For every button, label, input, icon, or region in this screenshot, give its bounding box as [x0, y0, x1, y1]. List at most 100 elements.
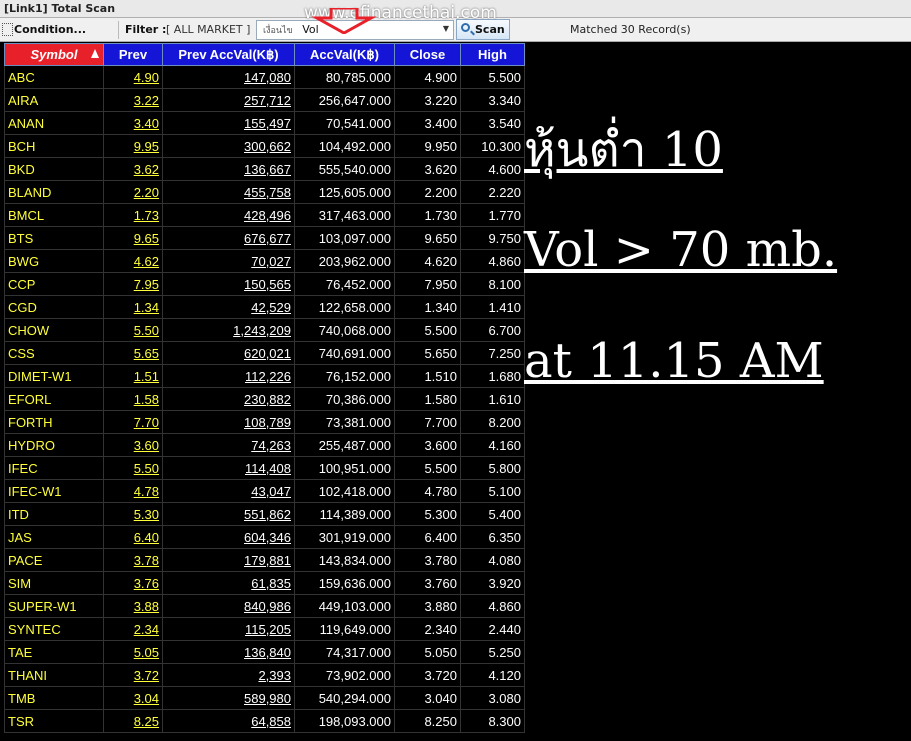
cell-prev-accval[interactable]: 115,205 — [162, 617, 295, 641]
cell-prev-accval[interactable]: 64,858 — [162, 709, 295, 733]
cell-symbol[interactable]: ANAN — [4, 111, 104, 135]
cell-prev[interactable]: 5.50 — [103, 456, 163, 480]
cell-prev[interactable]: 3.88 — [103, 594, 163, 618]
column-header-prev[interactable]: Prev — [103, 43, 163, 66]
cell-symbol[interactable]: EFORL — [4, 387, 104, 411]
cell-prev-accval[interactable]: 147,080 — [162, 65, 295, 89]
table-row[interactable]: ANAN 3.40 155,497 70,541.000 3.400 3.540 — [4, 111, 525, 135]
table-row[interactable]: SUPER-W1 3.88 840,986 449,103.000 3.880 4.860 — [4, 594, 525, 618]
cell-prev[interactable]: 1.73 — [103, 203, 163, 227]
table-row[interactable]: TSR 8.25 64,858 198,093.000 8.250 8.300 — [4, 709, 525, 733]
cell-prev[interactable]: 4.78 — [103, 479, 163, 503]
column-header-prev-accval[interactable]: Prev AccVal(K฿) — [162, 43, 295, 66]
table-row[interactable]: FORTH 7.70 108,789 73,381.000 7.700 8.200 — [4, 410, 525, 434]
cell-prev[interactable]: 6.40 — [103, 525, 163, 549]
table-row[interactable]: BWG 4.62 70,027 203,962.000 4.620 4.860 — [4, 249, 525, 273]
cell-symbol[interactable]: IFEC — [4, 456, 104, 480]
cell-symbol[interactable]: ITD — [4, 502, 104, 526]
table-row[interactable]: EFORL 1.58 230,882 70,386.000 1.580 1.610 — [4, 387, 525, 411]
cell-prev-accval[interactable]: 300,662 — [162, 134, 295, 158]
table-row[interactable]: AIRA 3.22 257,712 256,647.000 3.220 3.340 — [4, 88, 525, 112]
cell-prev-accval[interactable]: 74,263 — [162, 433, 295, 457]
table-row[interactable]: IFEC-W1 4.78 43,047 102,418.000 4.780 5.100 — [4, 479, 525, 503]
cell-prev[interactable]: 5.05 — [103, 640, 163, 664]
column-header-close[interactable]: Close — [394, 43, 461, 66]
table-row[interactable]: JAS 6.40 604,346 301,919.000 6.400 6.350 — [4, 525, 525, 549]
cell-prev-accval[interactable]: 676,677 — [162, 226, 295, 250]
cell-prev[interactable]: 3.40 — [103, 111, 163, 135]
cell-symbol[interactable]: PACE — [4, 548, 104, 572]
cell-prev[interactable]: 3.60 — [103, 433, 163, 457]
cell-prev[interactable]: 2.34 — [103, 617, 163, 641]
table-row[interactable]: BCH 9.95 300,662 104,492.000 9.950 10.300 — [4, 134, 525, 158]
cell-prev[interactable]: 9.65 — [103, 226, 163, 250]
cell-symbol[interactable]: CGD — [4, 295, 104, 319]
cell-symbol[interactable]: BTS — [4, 226, 104, 250]
cell-symbol[interactable]: CCP — [4, 272, 104, 296]
cell-prev-accval[interactable]: 589,980 — [162, 686, 295, 710]
cell-prev[interactable]: 4.90 — [103, 65, 163, 89]
cell-prev-accval[interactable]: 230,882 — [162, 387, 295, 411]
cell-symbol[interactable]: SYNTEC — [4, 617, 104, 641]
cell-prev-accval[interactable]: 136,840 — [162, 640, 295, 664]
cell-symbol[interactable]: BWG — [4, 249, 104, 273]
table-row[interactable]: BMCL 1.73 428,496 317,463.000 1.730 1.770 — [4, 203, 525, 227]
cell-prev-accval[interactable]: 257,712 — [162, 88, 295, 112]
table-row[interactable]: BLAND 2.20 455,758 125,605.000 2.200 2.220 — [4, 180, 525, 204]
table-row[interactable]: CGD 1.34 42,529 122,658.000 1.340 1.410 — [4, 295, 525, 319]
cell-symbol[interactable]: BCH — [4, 134, 104, 158]
cell-prev[interactable]: 3.78 — [103, 548, 163, 572]
cell-prev[interactable]: 9.95 — [103, 134, 163, 158]
cell-prev[interactable]: 5.30 — [103, 502, 163, 526]
cell-prev[interactable]: 7.70 — [103, 410, 163, 434]
cell-prev-accval[interactable]: 2,393 — [162, 663, 295, 687]
cell-prev[interactable]: 1.51 — [103, 364, 163, 388]
cell-symbol[interactable]: IFEC-W1 — [4, 479, 104, 503]
cell-prev[interactable]: 5.65 — [103, 341, 163, 365]
table-row[interactable]: BKD 3.62 136,667 555,540.000 3.620 4.600 — [4, 157, 525, 181]
cell-prev[interactable]: 3.72 — [103, 663, 163, 687]
filter-market-value[interactable]: [ ALL MARKET ] — [166, 21, 250, 39]
table-row[interactable]: TMB 3.04 589,980 540,294.000 3.040 3.080 — [4, 686, 525, 710]
cell-symbol[interactable]: BLAND — [4, 180, 104, 204]
table-row[interactable]: ABC 4.90 147,080 80,785.000 4.900 5.500 — [4, 65, 525, 89]
cell-prev[interactable]: 1.58 — [103, 387, 163, 411]
cell-symbol[interactable]: TMB — [4, 686, 104, 710]
cell-symbol[interactable]: SUPER-W1 — [4, 594, 104, 618]
cell-prev[interactable]: 8.25 — [103, 709, 163, 733]
table-row[interactable]: DIMET-W1 1.51 112,226 76,152.000 1.510 1.680 — [4, 364, 525, 388]
table-row[interactable]: BTS 9.65 676,677 103,097.000 9.650 9.750 — [4, 226, 525, 250]
table-row[interactable]: CHOW 5.50 1,243,209 740,068.000 5.500 6.700 — [4, 318, 525, 342]
cell-prev[interactable]: 2.20 — [103, 180, 163, 204]
cell-symbol[interactable]: BKD — [4, 157, 104, 181]
cell-prev-accval[interactable]: 43,047 — [162, 479, 295, 503]
cell-prev-accval[interactable]: 150,565 — [162, 272, 295, 296]
column-header-accval[interactable]: AccVal(K฿) — [294, 43, 395, 66]
cell-prev-accval[interactable]: 840,986 — [162, 594, 295, 618]
cell-prev-accval[interactable]: 136,667 — [162, 157, 295, 181]
table-row[interactable]: TAE 5.05 136,840 74,317.000 5.050 5.250 — [4, 640, 525, 664]
table-row[interactable]: CCP 7.95 150,565 76,452.000 7.950 8.100 — [4, 272, 525, 296]
table-row[interactable]: ITD 5.30 551,862 114,389.000 5.300 5.400 — [4, 502, 525, 526]
table-row[interactable]: HYDRO 3.60 74,263 255,487.000 3.600 4.160 — [4, 433, 525, 457]
cell-prev[interactable]: 3.22 — [103, 88, 163, 112]
cell-prev[interactable]: 3.76 — [103, 571, 163, 595]
cell-prev[interactable]: 4.62 — [103, 249, 163, 273]
cell-prev-accval[interactable]: 428,496 — [162, 203, 295, 227]
cell-prev-accval[interactable]: 551,862 — [162, 502, 295, 526]
cell-symbol[interactable]: CHOW — [4, 318, 104, 342]
cell-prev-accval[interactable]: 620,021 — [162, 341, 295, 365]
cell-symbol[interactable]: HYDRO — [4, 433, 104, 457]
cell-prev-accval[interactable]: 112,226 — [162, 364, 295, 388]
table-row[interactable]: SIM 3.76 61,835 159,636.000 3.760 3.920 — [4, 571, 525, 595]
cell-prev-accval[interactable]: 604,346 — [162, 525, 295, 549]
table-row[interactable]: PACE 3.78 179,881 143,834.000 3.780 4.080 — [4, 548, 525, 572]
cell-prev[interactable]: 5.50 — [103, 318, 163, 342]
cell-symbol[interactable]: AIRA — [4, 88, 104, 112]
table-row[interactable]: THANI 3.72 2,393 73,902.000 3.720 4.120 — [4, 663, 525, 687]
cell-prev[interactable]: 7.95 — [103, 272, 163, 296]
cell-prev-accval[interactable]: 114,408 — [162, 456, 295, 480]
cell-prev[interactable]: 3.04 — [103, 686, 163, 710]
table-row[interactable]: CSS 5.65 620,021 740,691.000 5.650 7.250 — [4, 341, 525, 365]
cell-symbol[interactable]: TSR — [4, 709, 104, 733]
